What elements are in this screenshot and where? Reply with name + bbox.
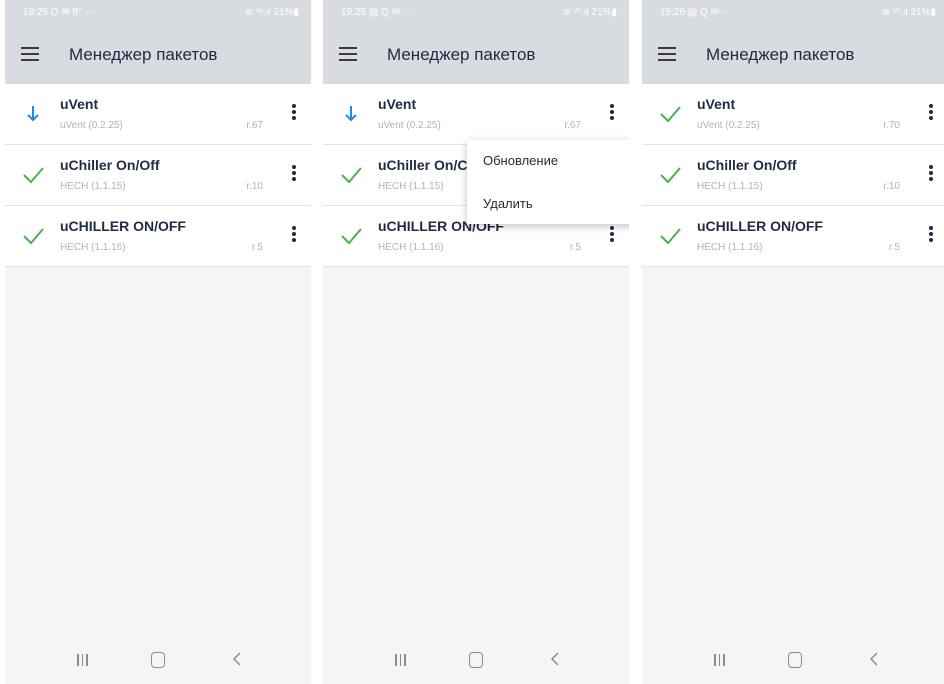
package-row[interactable]: uVent uVent (0.2.25) r.67 — [5, 84, 311, 145]
status-time: 19:25 Q ✉ 8° ··· — [23, 7, 95, 18]
package-row[interactable]: uChiller On/Off HECH (1.1.15) r.10 — [642, 145, 944, 206]
app-bar: Менеджер пакетов — [5, 26, 311, 84]
more-vertical-icon[interactable] — [926, 104, 936, 124]
package-list: uVent uVent (0.2.25) r.67 uChiller On/Of… — [5, 84, 311, 267]
package-revision: r.70 — [883, 120, 900, 131]
package-row[interactable]: uChiller On/Off HECH (1.1.15) r.10 — [5, 145, 311, 206]
checkmark-icon — [23, 228, 44, 245]
package-revision: r.5 — [251, 242, 263, 253]
download-arrow-icon — [345, 106, 357, 122]
package-name: uCHILLER ON/OFF — [697, 218, 823, 234]
more-vertical-icon[interactable] — [926, 165, 936, 185]
page-title: Менеджер пакетов — [387, 45, 536, 64]
package-version: HECH (1.1.16) — [378, 242, 444, 253]
recents-icon[interactable] — [395, 653, 409, 667]
more-vertical-icon[interactable] — [289, 165, 299, 185]
phone-screen-2: 19:25 ▨ Q ✉ ··· ≋ ᵛᵒ.ıl 21%▮ Менеджер па… — [323, 0, 629, 684]
package-list: uVent uVent (0.2.25) r.70 uChiller On/Of… — [642, 84, 944, 267]
package-name: uCHILLER ON/OFF — [60, 218, 186, 234]
package-row[interactable]: uCHILLER ON/OFF HECH (1.1.16) r.5 — [5, 206, 311, 267]
checkmark-icon — [23, 167, 44, 184]
status-bar: 19:26 ▨ Q ✉ ··· ≋ ᵛᵒ.ıl 21%▮ — [642, 0, 944, 26]
checkmark-icon — [660, 167, 681, 184]
package-revision: r.67 — [564, 120, 581, 131]
package-name: uChiller On/Off — [60, 157, 160, 173]
package-revision: r.5 — [888, 242, 900, 253]
hamburger-menu-icon[interactable] — [339, 47, 357, 61]
package-version: uVent (0.2.25) — [697, 120, 760, 131]
package-revision: r.5 — [569, 242, 581, 253]
package-version: HECH (1.1.15) — [697, 181, 763, 192]
more-vertical-icon[interactable] — [607, 226, 617, 246]
package-revision: r.67 — [246, 120, 263, 131]
home-icon[interactable] — [788, 652, 802, 668]
more-vertical-icon[interactable] — [289, 104, 299, 124]
menu-item-update[interactable]: Обновление — [483, 153, 558, 168]
hamburger-menu-icon[interactable] — [658, 47, 676, 61]
status-bar: 19:25 Q ✉ 8° ··· ≋ ᵛᵒ.ıl 21%▮ — [5, 0, 311, 26]
package-version: uVent (0.2.25) — [378, 120, 441, 131]
back-icon[interactable] — [231, 651, 243, 667]
recents-icon[interactable] — [77, 653, 91, 667]
package-version: uVent (0.2.25) — [60, 120, 123, 131]
checkmark-icon — [341, 228, 362, 245]
home-icon[interactable] — [151, 652, 165, 668]
download-arrow-icon — [27, 106, 39, 122]
phone-screen-1: 19:25 Q ✉ 8° ··· ≋ ᵛᵒ.ıl 21%▮ Менеджер п… — [5, 0, 311, 684]
status-indicators: ≋ ᵛᵒ.ıl 21%▮ — [562, 7, 617, 18]
package-version: HECH (1.1.16) — [60, 242, 126, 253]
package-name: uVent — [378, 96, 417, 112]
package-name: uChiller On/Off — [697, 157, 797, 173]
status-time: 19:26 ▨ Q ✉ ··· — [660, 7, 732, 18]
page-title: Менеджер пакетов — [706, 45, 855, 64]
context-menu: Обновление Удалить — [467, 140, 629, 224]
checkmark-icon — [660, 106, 681, 123]
package-version: HECH (1.1.15) — [60, 181, 126, 192]
more-vertical-icon[interactable] — [926, 226, 936, 246]
more-vertical-icon[interactable] — [607, 104, 617, 124]
recents-icon[interactable] — [714, 653, 728, 667]
status-time: 19:25 ▨ Q ✉ ··· — [341, 7, 413, 18]
back-icon[interactable] — [549, 651, 561, 667]
page-title: Менеджер пакетов — [69, 45, 218, 64]
checkmark-icon — [341, 167, 362, 184]
package-name: uChiller On/C — [378, 157, 468, 173]
package-version: HECH (1.1.16) — [697, 242, 763, 253]
status-indicators: ≋ ᵛᵒ.ıl 21%▮ — [244, 7, 299, 18]
package-version: HECH (1.1.15) — [378, 181, 444, 192]
status-bar: 19:25 ▨ Q ✉ ··· ≋ ᵛᵒ.ıl 21%▮ — [323, 0, 629, 26]
system-nav-bar — [642, 636, 944, 684]
package-name: uVent — [697, 96, 736, 112]
home-icon[interactable] — [469, 652, 483, 668]
package-row[interactable]: uCHILLER ON/OFF HECH (1.1.16) r.5 — [642, 206, 944, 267]
package-row[interactable]: uVent uVent (0.2.25) r.67 — [323, 84, 629, 145]
system-nav-bar — [5, 636, 311, 684]
phone-screen-3: 19:26 ▨ Q ✉ ··· ≋ ᵛᵒ.ıl 21%▮ Менеджер па… — [642, 0, 944, 684]
package-name: uVent — [60, 96, 99, 112]
back-icon[interactable] — [868, 651, 880, 667]
app-bar: Менеджер пакетов — [642, 26, 944, 84]
hamburger-menu-icon[interactable] — [21, 47, 39, 61]
status-indicators: ≋ ᵛᵒ.ıl 21%▮ — [881, 7, 936, 18]
menu-item-delete[interactable]: Удалить — [483, 196, 533, 211]
more-vertical-icon[interactable] — [289, 226, 299, 246]
package-revision: r.10 — [883, 181, 900, 192]
package-revision: r.10 — [246, 181, 263, 192]
app-bar: Менеджер пакетов — [323, 26, 629, 84]
system-nav-bar — [323, 636, 629, 684]
package-row[interactable]: uVent uVent (0.2.25) r.70 — [642, 84, 944, 145]
checkmark-icon — [660, 228, 681, 245]
